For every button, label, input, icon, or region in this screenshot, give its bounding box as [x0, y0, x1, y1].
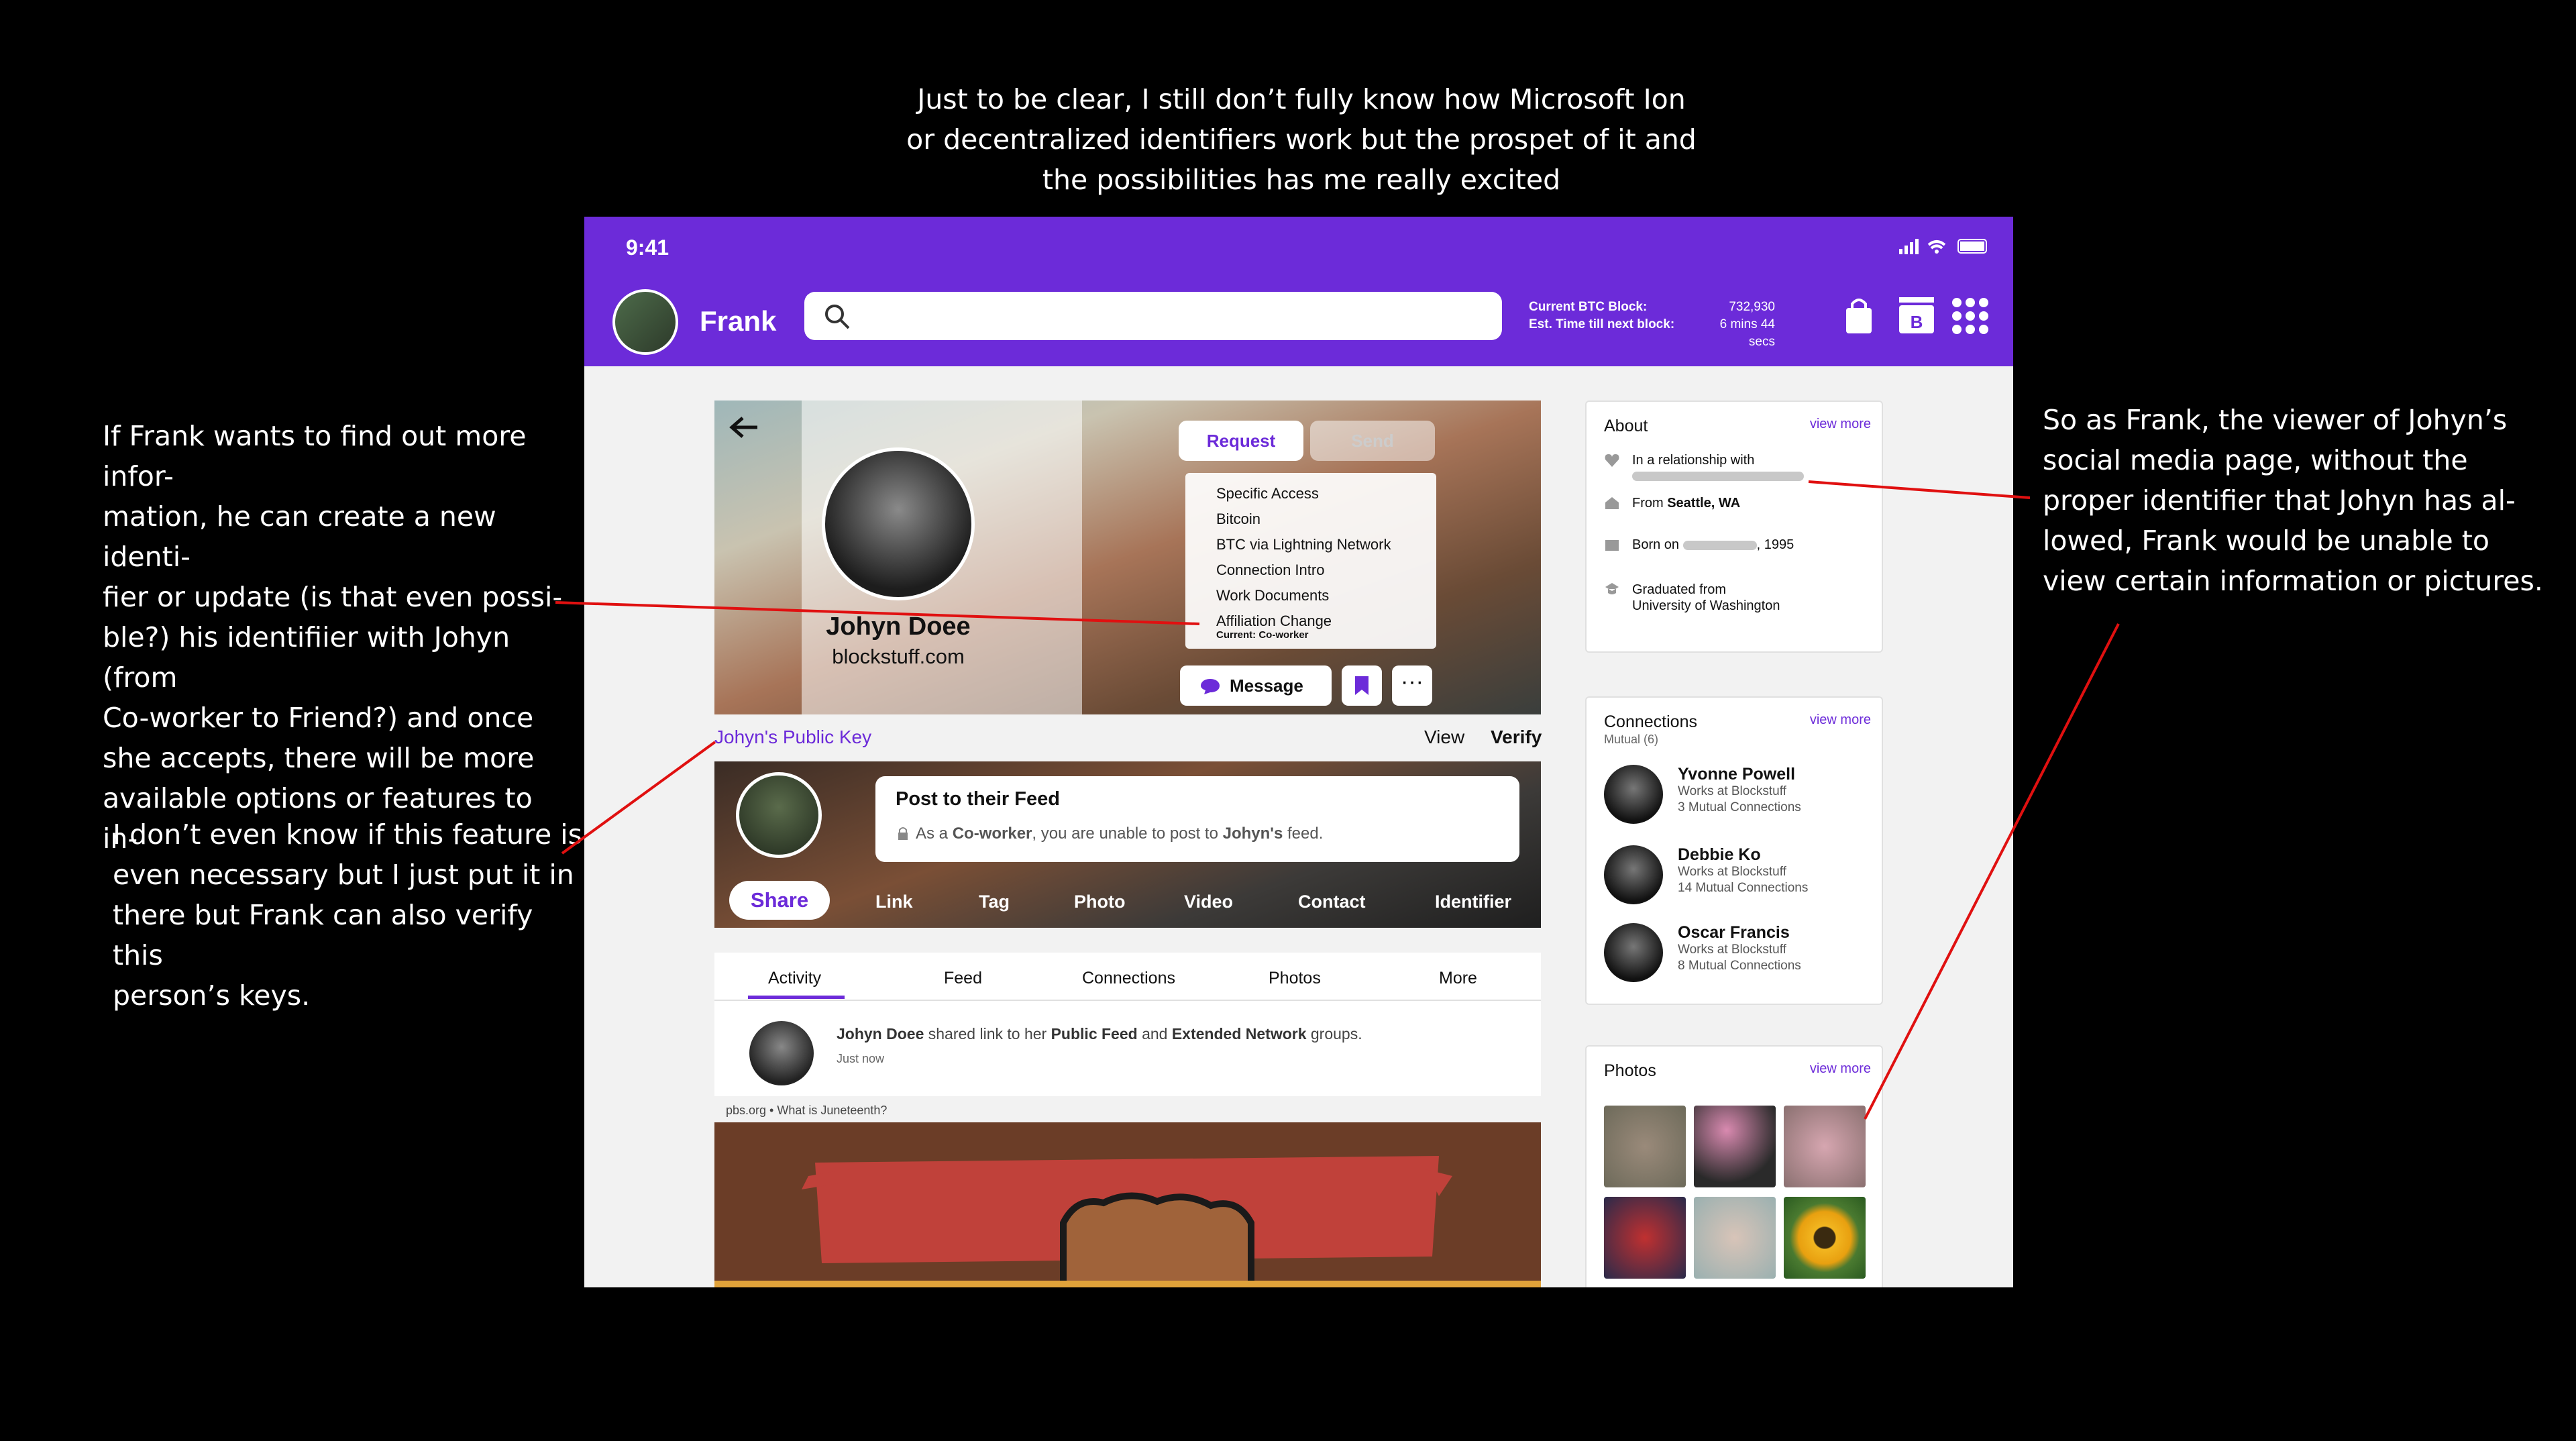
pointer-line-affiliation: [555, 601, 1200, 625]
pointer-line-about: [1808, 480, 2031, 499]
pointer-line-photos: [1864, 623, 2120, 1120]
pointer-line-public-key: [561, 741, 716, 855]
annotation-lines: [555, 480, 2120, 1120]
